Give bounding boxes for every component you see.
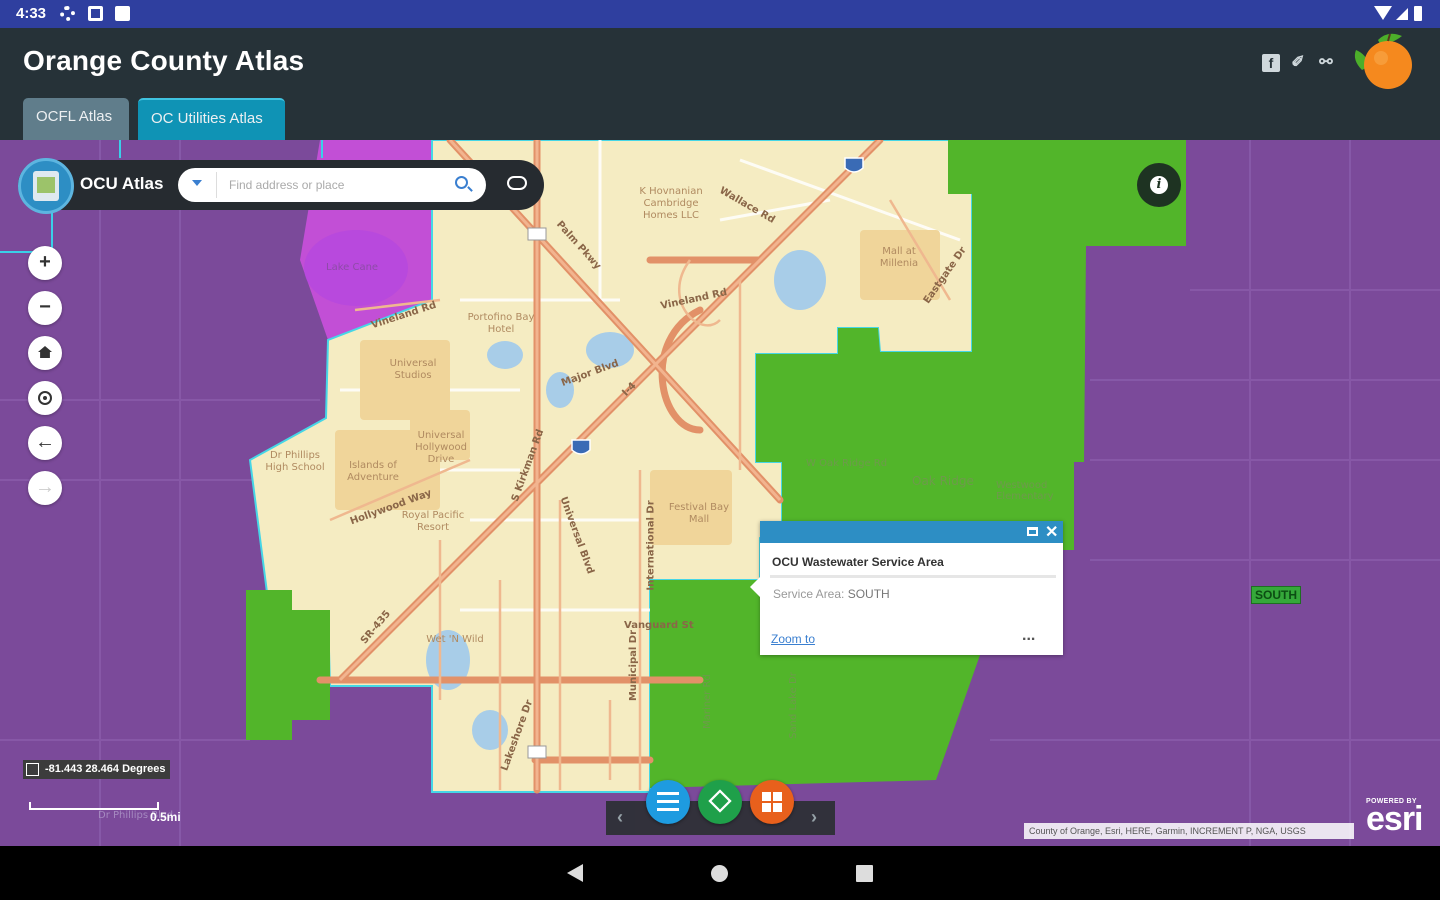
- map-label: Wet 'N Wild: [426, 634, 484, 645]
- map-label: Mall at Millenia: [879, 246, 919, 269]
- basemap-button[interactable]: [750, 780, 794, 824]
- home-icon: [38, 346, 52, 358]
- map-label: Dr Phillips High School: [265, 450, 325, 473]
- map-label: Portofino Bay Hotel: [467, 312, 535, 335]
- settings-icon: [60, 6, 75, 21]
- map-label: Westwood Elementary: [996, 480, 1054, 502]
- scale-label: 0.5mi: [150, 810, 181, 824]
- crosshair-icon[interactable]: [26, 763, 39, 776]
- zoom-in-button[interactable]: +: [28, 246, 62, 280]
- status-bar: 4:33: [0, 0, 1440, 28]
- page-title: Orange County Atlas: [23, 45, 305, 76]
- battery-icon: [1414, 6, 1422, 21]
- map-label: Oak Ridge: [912, 474, 974, 488]
- map-label: Universal Studios: [389, 358, 437, 381]
- recents-icon[interactable]: [856, 865, 873, 882]
- map-label: K Hovnanian Cambridge Homes LLC: [639, 186, 703, 221]
- coordinate-text: -81.443 28.464 Degrees: [45, 763, 166, 775]
- info-icon: i: [1150, 176, 1168, 194]
- tab-ocfl-atlas[interactable]: OCFL Atlas: [23, 98, 129, 140]
- atlas-name: OCU Atlas: [80, 174, 164, 193]
- chevron-left-icon[interactable]: ‹: [617, 807, 623, 828]
- zoom-out-button[interactable]: −: [28, 291, 62, 325]
- signal-icon: [1396, 8, 1408, 20]
- info-button[interactable]: i: [1137, 163, 1181, 207]
- field-value: SOUTH: [847, 587, 890, 601]
- popup-header: ✕: [760, 521, 1063, 543]
- status-time: 4:33: [16, 5, 47, 22]
- layers-icon: [708, 789, 732, 813]
- wifi-icon: [1374, 6, 1392, 20]
- locate-icon: [38, 391, 52, 405]
- map-label: Sand Lake Dr: [787, 672, 799, 739]
- home-circle-icon[interactable]: [711, 865, 728, 882]
- link-icon[interactable]: [507, 176, 527, 190]
- map-label: Universal Hollywood Drive: [415, 430, 467, 465]
- chevron-right-icon[interactable]: ›: [811, 807, 817, 828]
- sd-card-icon: [115, 6, 130, 21]
- esri-wordmark: esri: [1366, 800, 1423, 838]
- notification-icon: [88, 6, 103, 21]
- search-input[interactable]: [216, 172, 441, 198]
- scale-bar: [29, 802, 159, 810]
- field-label: Service Area:: [773, 587, 845, 601]
- map-label: Mariner Rd: [701, 674, 713, 729]
- maximize-icon[interactable]: [1027, 527, 1038, 536]
- list-icon: [657, 792, 679, 812]
- popup-field: Service Area: SOUTH: [773, 587, 890, 601]
- map-label: Lake Cane: [326, 262, 379, 273]
- layers-button[interactable]: [698, 780, 742, 824]
- app-header: Orange County Atlas f ✐ ⚯ OCFL Atlas OC …: [0, 28, 1440, 140]
- esri-logo: POWERED BY esri: [1366, 798, 1423, 838]
- chevron-down-icon[interactable]: [192, 180, 202, 186]
- map-label: Festival Bay Mall: [668, 502, 730, 525]
- map-label: International Dr: [645, 500, 657, 591]
- facebook-icon[interactable]: f: [1262, 54, 1280, 72]
- back-icon[interactable]: [567, 864, 583, 882]
- home-button[interactable]: [28, 336, 62, 370]
- coordinate-readout: -81.443 28.464 Degrees: [23, 760, 171, 779]
- map-label: Vanguard St: [624, 620, 694, 631]
- zoom-to-link[interactable]: Zoom to: [771, 632, 815, 646]
- popup-title: OCU Wastewater Service Area: [772, 555, 944, 569]
- map-label: W Oak Ridge Rd: [806, 458, 888, 469]
- map-canvas: [0, 140, 1440, 846]
- twitter-icon[interactable]: ✐: [1289, 54, 1307, 72]
- orange-logo-icon: [1354, 33, 1412, 89]
- search-box: [178, 168, 486, 202]
- close-icon[interactable]: ✕: [1045, 522, 1058, 542]
- back-extent-button[interactable]: ←: [28, 426, 62, 460]
- search-bar: OCU Atlas: [18, 158, 544, 214]
- map-view[interactable]: Lake Cane Vineland Rd Palm Pkwy K Hovnan…: [0, 140, 1440, 846]
- more-actions-button[interactable]: ...: [1022, 627, 1035, 645]
- search-icon[interactable]: [455, 176, 468, 189]
- map-label: Islands of Adventure: [347, 460, 399, 483]
- map-label: Royal Pacific Resort: [401, 510, 465, 533]
- popup-pointer: [750, 577, 760, 597]
- legend-button[interactable]: [646, 780, 690, 824]
- app-logo-icon[interactable]: [18, 158, 74, 214]
- map-attribution: County of Orange, Esri, HERE, Garmin, IN…: [1024, 823, 1354, 839]
- map-label: Municipal Dr: [628, 629, 640, 702]
- locate-button[interactable]: [28, 381, 62, 415]
- grid-icon: [762, 792, 782, 812]
- android-nav-bar: [0, 846, 1440, 900]
- service-area-label: SOUTH: [1251, 586, 1301, 604]
- feature-popup: ✕ OCU Wastewater Service Area Service Ar…: [750, 521, 1063, 655]
- app-screen: 4:33 Orange County Atlas f ✐ ⚯ OCFL Atla…: [0, 0, 1440, 900]
- popup-divider: [770, 575, 1056, 578]
- tab-oc-utilities-atlas[interactable]: OC Utilities Atlas: [138, 98, 285, 140]
- forward-extent-button[interactable]: →: [28, 471, 62, 505]
- link-icon[interactable]: ⚯: [1317, 54, 1335, 72]
